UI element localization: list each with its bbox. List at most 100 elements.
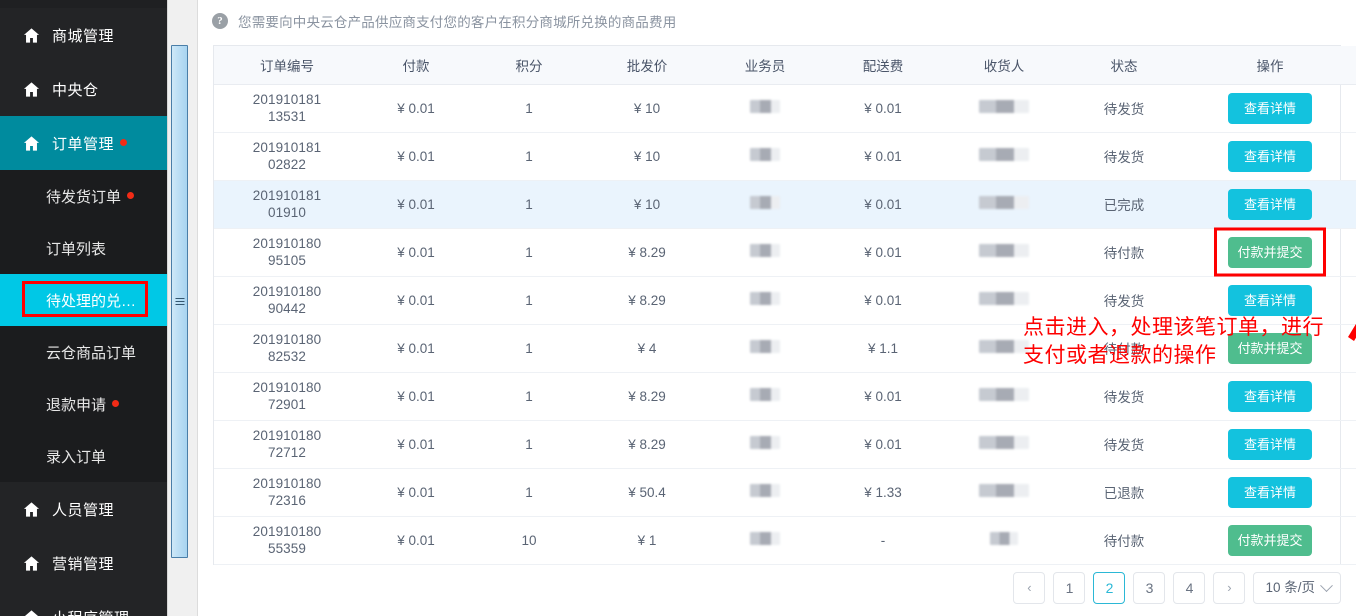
cell-points: 1 <box>472 84 586 133</box>
sidebar-subitem-label: 退款申请 <box>46 396 107 414</box>
sidebar-item-staff-management[interactable]: 人员管理 <box>0 482 167 536</box>
main-content: ? 您需要向中央云仓产品供应商支付您的客户在积分商城所兑换的商品费用 订单编号 … <box>198 0 1356 616</box>
cell-delivery-fee: ¥ 0.01 <box>822 276 944 325</box>
sidebar: 商城管理 中央仓 订单管理 待发货订单 订单列表 待处理的兑… 云仓商品订单 退… <box>0 0 167 616</box>
table-row[interactable]: 20191018102822 ¥ 0.01 1 ¥ 10 ¥ 0.01 待发货 查看详情 <box>214 132 1356 181</box>
table-row[interactable]: 20191018101910 ¥ 0.01 1 ¥ 10 ¥ 0.01 已完成 查看详情 <box>214 180 1356 229</box>
sidebar-item-mall-management[interactable]: 商城管理 <box>0 8 167 62</box>
view-details-button[interactable]: 查看详情 <box>1228 284 1312 316</box>
scrollbar-thumb[interactable] <box>171 45 188 558</box>
cell-salesman <box>708 420 822 469</box>
view-details-button[interactable]: 查看详情 <box>1228 428 1312 460</box>
sidebar-item-order-management[interactable]: 订单管理 <box>0 116 167 170</box>
cell-receiver <box>944 228 1064 277</box>
cell-payment: ¥ 0.01 <box>360 180 472 229</box>
pagination: ‹ 1 2 3 4 › 10 条/页 <box>1013 572 1341 604</box>
cell-delivery-fee: ¥ 1.33 <box>822 468 944 517</box>
home-icon <box>23 501 40 517</box>
cell-payment: ¥ 0.01 <box>360 324 472 373</box>
cell-delivery-fee: ¥ 0.01 <box>822 84 944 133</box>
cell-delivery-fee: ¥ 0.01 <box>822 372 944 421</box>
cell-receiver <box>944 372 1064 421</box>
column-header-action: 操作 <box>1184 46 1356 85</box>
cell-wholesale-price: ¥ 10 <box>586 180 708 229</box>
sidebar-subitem-pending-shipment[interactable]: 待发货订单 <box>0 170 167 222</box>
pagination-prev-button[interactable]: ‹ <box>1013 572 1046 604</box>
order-number: 20191018102822 <box>252 140 322 172</box>
pay-and-submit-button[interactable]: 付款并提交 <box>1228 524 1312 556</box>
pagination-page-4[interactable]: 4 <box>1173 572 1206 604</box>
view-details-button[interactable]: 查看详情 <box>1228 188 1312 220</box>
table-row[interactable]: 20191018113531 ¥ 0.01 1 ¥ 10 ¥ 0.01 待发货 查看详情 <box>214 84 1356 133</box>
home-icon <box>23 135 40 151</box>
page-size-select[interactable]: 10 条/页 <box>1253 572 1341 604</box>
sidebar-subitem-enter-order[interactable]: 录入订单 <box>0 430 167 482</box>
cell-points: 1 <box>472 420 586 469</box>
cell-status: 待发货 <box>1064 420 1184 469</box>
sidebar-subitem-pending-exchange[interactable]: 待处理的兑… <box>0 274 167 326</box>
page-scrollbar[interactable] <box>167 0 198 616</box>
sidebar-subitem-cloud-warehouse-orders[interactable]: 云仓商品订单 <box>0 326 167 378</box>
redacted-receiver <box>979 148 1029 161</box>
pay-and-submit-button[interactable]: 付款并提交 <box>1228 332 1312 364</box>
redacted-receiver <box>979 244 1029 257</box>
table-row[interactable]: 20191018055359 ¥ 0.01 10 ¥ 1 - 待付款 付款并提交 <box>214 516 1356 565</box>
cell-status: 待发货 <box>1064 372 1184 421</box>
order-number: 20191018082532 <box>252 332 322 364</box>
column-header-payment: 付款 <box>360 46 472 85</box>
cell-wholesale-price: ¥ 8.29 <box>586 276 708 325</box>
table-row[interactable]: 20191018072712 ¥ 0.01 1 ¥ 8.29 ¥ 0.01 待发货 查看详情 <box>214 420 1356 469</box>
table-row[interactable]: 20191018072901 ¥ 0.01 1 ¥ 8.29 ¥ 0.01 待发货 查看详情 <box>214 372 1356 421</box>
table-header-row: 订单编号 付款 积分 批发价 业务员 配送费 收货人 状态 操作 <box>214 46 1356 85</box>
question-mark-icon: ? <box>212 13 228 29</box>
view-details-button[interactable]: 查看详情 <box>1228 140 1312 172</box>
view-details-button[interactable]: 查看详情 <box>1228 92 1312 124</box>
cell-receiver <box>944 84 1064 133</box>
column-header-points: 积分 <box>472 46 586 85</box>
table-row[interactable]: 20191018072316 ¥ 0.01 1 ¥ 50.4 ¥ 1.33 已退款 查看详情 <box>214 468 1356 517</box>
cell-action: 查看详情 <box>1184 84 1356 133</box>
view-details-button[interactable]: 查看详情 <box>1228 380 1312 412</box>
order-number: 20191018095105 <box>252 236 322 268</box>
pagination-page-1[interactable]: 1 <box>1053 572 1086 604</box>
redacted-salesman <box>750 340 780 353</box>
pay-and-submit-button[interactable]: 付款并提交 <box>1228 236 1312 268</box>
cell-points: 1 <box>472 228 586 277</box>
sidebar-subitem-label: 云仓商品订单 <box>46 344 137 362</box>
order-number: 20191018113531 <box>252 92 322 124</box>
cell-receiver <box>944 276 1064 325</box>
notification-dot-icon <box>112 399 120 407</box>
cell-delivery-fee: ¥ 0.01 <box>822 228 944 277</box>
table-row[interactable]: 20191018095105 ¥ 0.01 1 ¥ 8.29 ¥ 0.01 待付款 付款并提… <box>214 227 1356 277</box>
cell-delivery-fee: - <box>822 516 944 565</box>
cell-points: 1 <box>472 324 586 373</box>
cell-salesman <box>708 276 822 325</box>
cell-wholesale-price: ¥ 10 <box>586 132 708 181</box>
sidebar-item-central-warehouse[interactable]: 中央仓 <box>0 62 167 116</box>
redacted-salesman <box>750 532 780 545</box>
notification-dot-icon <box>120 138 128 146</box>
sidebar-subitem-refund-request[interactable]: 退款申请 <box>0 378 167 430</box>
view-details-button[interactable]: 查看详情 <box>1228 476 1312 508</box>
table-row[interactable]: 20191018082532 ¥ 0.01 1 ¥ 4 ¥ 1.1 待付款 付款并提交 <box>214 324 1356 373</box>
cell-action: 查看详情 <box>1184 420 1356 469</box>
pagination-page-3[interactable]: 3 <box>1133 572 1166 604</box>
cell-delivery-fee: ¥ 0.01 <box>822 132 944 181</box>
pagination-next-button[interactable]: › <box>1213 572 1246 604</box>
sidebar-subitem-label: 订单列表 <box>46 240 107 258</box>
pagination-page-2[interactable]: 2 <box>1093 572 1126 604</box>
cell-order-no: 20191018090442 <box>214 276 360 325</box>
column-header-wholesale: 批发价 <box>586 46 708 85</box>
sidebar-item-marketing-management[interactable]: 营销管理 <box>0 536 167 590</box>
cell-status: 待发货 <box>1064 84 1184 133</box>
sidebar-subitem-order-list[interactable]: 订单列表 <box>0 222 167 274</box>
redacted-salesman <box>750 196 780 209</box>
cell-order-no: 20191018072712 <box>214 420 360 469</box>
cell-points: 1 <box>472 132 586 181</box>
table-row[interactable]: 20191018090442 ¥ 0.01 1 ¥ 8.29 ¥ 0.01 待发货 查看详情 <box>214 276 1356 325</box>
sidebar-item-miniprogram-management[interactable]: 小程序管理 <box>0 590 167 616</box>
redacted-salesman <box>750 292 780 305</box>
cell-action: 查看详情 <box>1184 180 1356 229</box>
redacted-salesman <box>750 484 780 497</box>
cell-receiver <box>944 420 1064 469</box>
